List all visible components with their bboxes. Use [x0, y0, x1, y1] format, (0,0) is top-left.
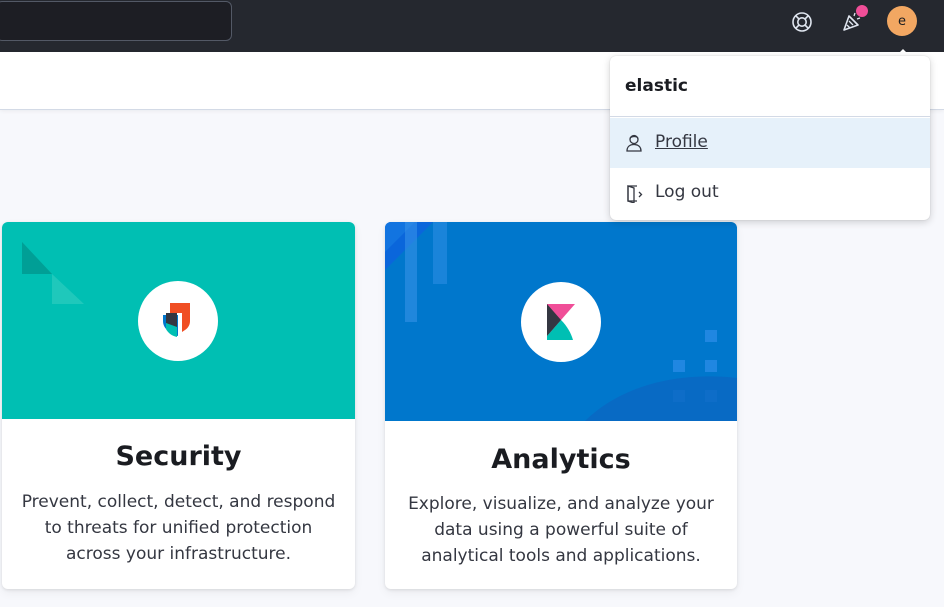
logout-menu-item[interactable]: Log out — [610, 168, 930, 218]
exit-icon — [624, 183, 644, 204]
notification-badge — [856, 5, 868, 17]
security-card[interactable]: Security Prevent, collect, detect, and r… — [2, 222, 355, 589]
help-lifebuoy-icon[interactable] — [788, 8, 816, 36]
security-card-title: Security — [115, 441, 242, 472]
security-card-banner — [2, 222, 355, 419]
menu-username: elastic — [625, 76, 688, 96]
top-header: e — [0, 0, 944, 52]
profile-menu-item[interactable]: Profile — [610, 118, 930, 168]
analytics-card[interactable]: Analytics Explore, visualize, and analyz… — [385, 222, 737, 589]
analytics-card-description: Explore, visualize, and analyze your dat… — [408, 494, 714, 566]
menu-divider — [610, 116, 930, 117]
logout-label: Log out — [655, 182, 719, 202]
kibana-logo-icon — [521, 282, 601, 362]
elastic-security-logo-icon — [138, 281, 218, 361]
user-avatar[interactable]: e — [887, 6, 917, 36]
profile-label: Profile — [655, 132, 708, 152]
analytics-card-banner — [385, 222, 737, 421]
avatar-initial: e — [898, 13, 906, 29]
security-card-description: Prevent, collect, detect, and respond to… — [21, 492, 336, 564]
user-menu-popover: elastic Profile Log out — [610, 56, 930, 220]
search-input[interactable] — [0, 1, 232, 41]
analytics-card-title: Analytics — [491, 444, 631, 475]
user-icon — [624, 133, 644, 153]
